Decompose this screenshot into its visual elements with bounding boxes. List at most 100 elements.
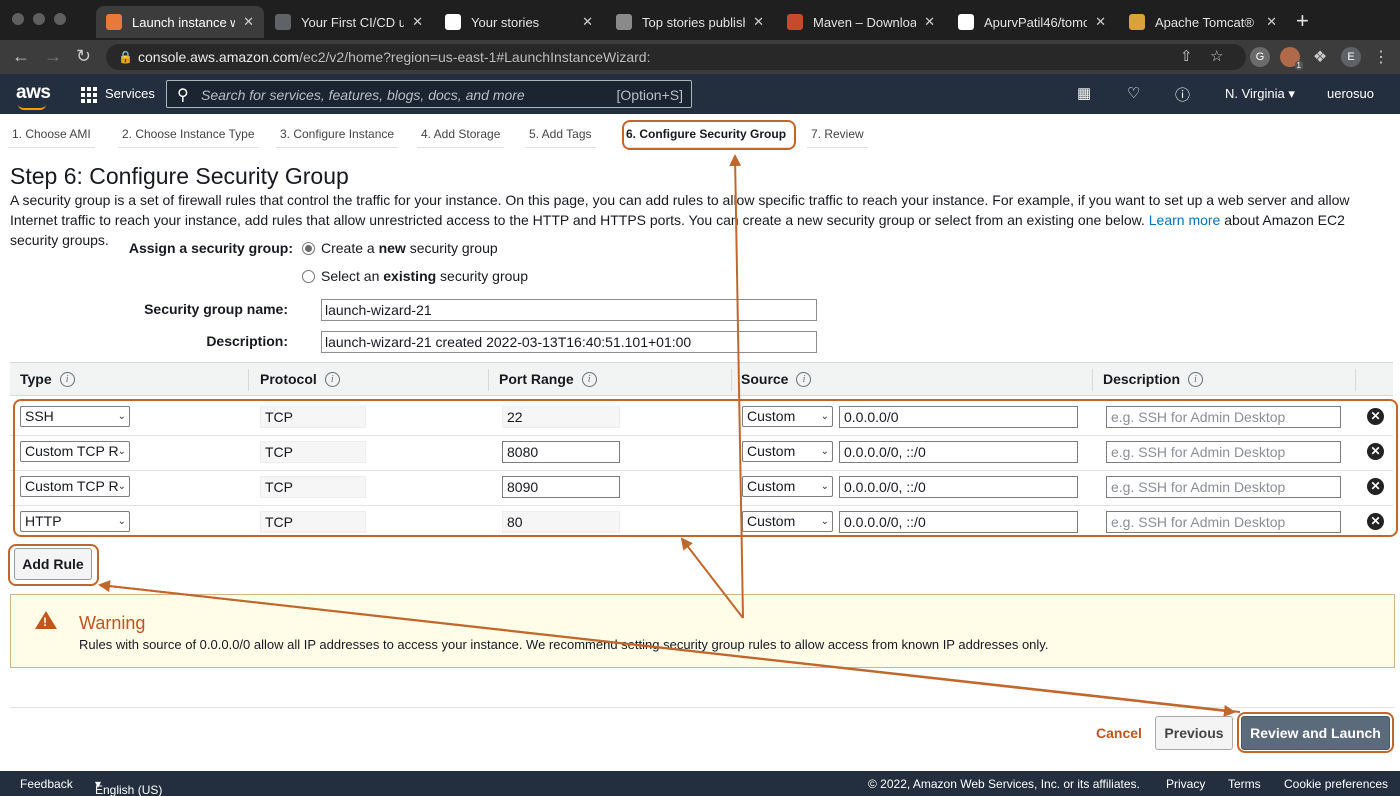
browser-tab[interactable]: Apache Tomcat® - ✕ [1119, 6, 1287, 38]
info-icon[interactable]: i [1188, 371, 1204, 387]
tab-close-icon[interactable]: ✕ [1266, 14, 1277, 30]
footer-divider [10, 707, 1395, 708]
tab-close-icon[interactable]: ✕ [924, 14, 935, 30]
tab-title: Maven – Download [813, 14, 917, 30]
cloudshell-icon[interactable]: ▦ [1077, 84, 1091, 102]
annotation-step-highlight [622, 120, 796, 150]
option-new-bold: new [378, 240, 406, 256]
tab-close-icon[interactable]: ✕ [412, 14, 423, 30]
tab-title: Launch instance wiz [132, 14, 236, 30]
wizard-step-1[interactable]: 1. Choose AMI [8, 120, 95, 148]
bookmark-star-icon[interactable]: ☆ [1210, 47, 1223, 65]
window-minimize-dot[interactable] [33, 13, 45, 25]
tab-close-icon[interactable]: ✕ [243, 14, 254, 30]
header-description[interactable]: Description i [1103, 371, 1204, 387]
address-bar[interactable]: 🔒 console.aws.amazon.com/ec2/v2/home?reg… [106, 44, 1246, 70]
services-menu[interactable]: Services [105, 86, 155, 101]
radio-selected-icon[interactable] [302, 241, 315, 255]
tab-title: Your stories [471, 14, 540, 30]
extensions-puzzle-icon[interactable]: ❖ [1310, 47, 1330, 67]
info-icon[interactable]: i [581, 371, 597, 387]
header-source[interactable]: Source i [741, 371, 812, 387]
wizard-step-2[interactable]: 2. Choose Instance Type [118, 120, 259, 148]
header-port-range[interactable]: Port Range i [499, 371, 597, 387]
google-extension-icon[interactable]: G [1250, 47, 1270, 67]
avatar-extension-icon[interactable]: 1 [1280, 47, 1303, 70]
browser-tab[interactable]: Top stories publishe ✕ [606, 6, 774, 38]
annotation-rules-highlight [13, 399, 1398, 537]
window-close-dot[interactable] [12, 13, 24, 25]
tab-favicon-icon [275, 14, 291, 30]
info-icon[interactable]: i [59, 371, 75, 387]
cookie-preferences-link[interactable]: Cookie preferences [1284, 777, 1388, 791]
option-existing-text-tail: security group [436, 268, 528, 284]
profile-avatar[interactable]: E [1341, 47, 1361, 67]
radio-select-existing[interactable]: Select an existing security group [302, 268, 528, 284]
services-grid-icon[interactable] [81, 87, 97, 103]
tab-title: Apache Tomcat® - [1155, 14, 1259, 30]
help-icon[interactable]: ⓘ [1175, 84, 1190, 105]
browser-menu-icon[interactable]: ⋮ [1371, 47, 1391, 67]
new-tab-plus-icon[interactable]: + [1296, 9, 1309, 33]
info-icon[interactable]: i [324, 371, 340, 387]
browser-tab[interactable]: Your First CI/CD us ✕ [265, 6, 433, 38]
learn-more-link[interactable]: Learn more [1149, 212, 1221, 228]
option-existing-bold: existing [383, 268, 437, 284]
wizard-step-5[interactable]: 5. Add Tags [525, 120, 596, 148]
url-text: console.aws.amazon.com/ec2/v2/home?regio… [138, 49, 651, 65]
annotation-add-rule-highlight [8, 544, 99, 586]
warning-banner: Warning Rules with source of 0.0.0.0/0 a… [10, 594, 1395, 668]
assign-security-group-label: Assign a security group: [128, 240, 293, 256]
browser-tab[interactable]: Your stories ✕ [435, 6, 603, 38]
forward-arrow-icon[interactable]: → [44, 45, 62, 67]
info-icon[interactable]: i [796, 371, 812, 387]
copyright-text: © 2022, Amazon Web Services, Inc. or its… [868, 777, 1140, 791]
aws-search-input[interactable]: ⚲ Search for services, features, blogs, … [166, 80, 692, 108]
radio-unselected-icon[interactable] [302, 269, 315, 283]
wizard-step-3[interactable]: 3. Configure Instance [276, 120, 399, 148]
language-selector[interactable]: English (US) ▾ [95, 777, 162, 796]
browser-tab[interactable]: ApurvPatil46/tomca ✕ [948, 6, 1116, 38]
share-icon[interactable]: ⇧ [1180, 47, 1193, 65]
warning-triangle-icon [35, 611, 57, 629]
header-protocol[interactable]: Protocol i [260, 371, 340, 387]
browser-tab[interactable]: Maven – Download ✕ [777, 6, 945, 38]
security-group-name-label: Security group name: [144, 301, 288, 317]
annotation-review-highlight [1237, 712, 1394, 753]
terms-link[interactable]: Terms [1228, 777, 1261, 791]
previous-button[interactable]: Previous [1155, 716, 1233, 750]
rules-table-header: Type i Protocol i Port Range i Source i Desc… [10, 362, 1393, 396]
tab-favicon-icon [616, 14, 632, 30]
tab-close-icon[interactable]: ✕ [1095, 14, 1106, 30]
account-menu[interactable]: uerosuo [1327, 86, 1374, 101]
option-existing-text: Select an [321, 268, 384, 284]
tab-close-icon[interactable]: ✕ [753, 14, 764, 30]
description-label: Description: [206, 333, 288, 349]
search-placeholder: Search for services, features, blogs, do… [201, 87, 525, 103]
feedback-link[interactable]: Feedback [20, 777, 73, 791]
tab-favicon-icon [106, 14, 122, 30]
browser-tab-strip: Launch instance wiz ✕ Your First CI/CD us ✕… [0, 0, 1400, 40]
description-input[interactable]: launch-wizard-21 created 2022-03-13T16:4… [321, 331, 817, 353]
notifications-bell-icon[interactable]: ♡ [1127, 84, 1140, 102]
security-group-name-input[interactable]: launch-wizard-21 [321, 299, 817, 321]
lock-icon: 🔒 [118, 50, 133, 64]
reload-icon[interactable]: ↻ [76, 45, 91, 67]
region-selector[interactable]: N. Virginia ▾ [1225, 86, 1295, 102]
header-type[interactable]: Type i [20, 371, 75, 387]
aws-logo[interactable]: aws [16, 82, 51, 110]
search-icon: ⚲ [177, 87, 189, 104]
window-maximize-dot[interactable] [54, 13, 66, 25]
aws-navigation-bar: aws Services ⚲ Search for services, feat… [0, 74, 1400, 114]
privacy-link[interactable]: Privacy [1166, 777, 1205, 791]
browser-tab[interactable]: Launch instance wiz ✕ [96, 6, 264, 38]
wizard-step-4[interactable]: 4. Add Storage [417, 120, 505, 148]
radio-create-new[interactable]: Create a new security group [302, 240, 498, 256]
warning-title: Warning [79, 613, 146, 633]
tab-title: Top stories publishe [642, 14, 745, 30]
wizard-step-7[interactable]: 7. Review [807, 120, 868, 148]
tab-close-icon[interactable]: ✕ [582, 14, 593, 30]
back-arrow-icon[interactable]: ← [12, 45, 30, 67]
browser-toolbar: ← → ↻ 🔒 console.aws.amazon.com/ec2/v2/ho… [0, 40, 1400, 74]
cancel-button[interactable]: Cancel [1096, 725, 1142, 741]
